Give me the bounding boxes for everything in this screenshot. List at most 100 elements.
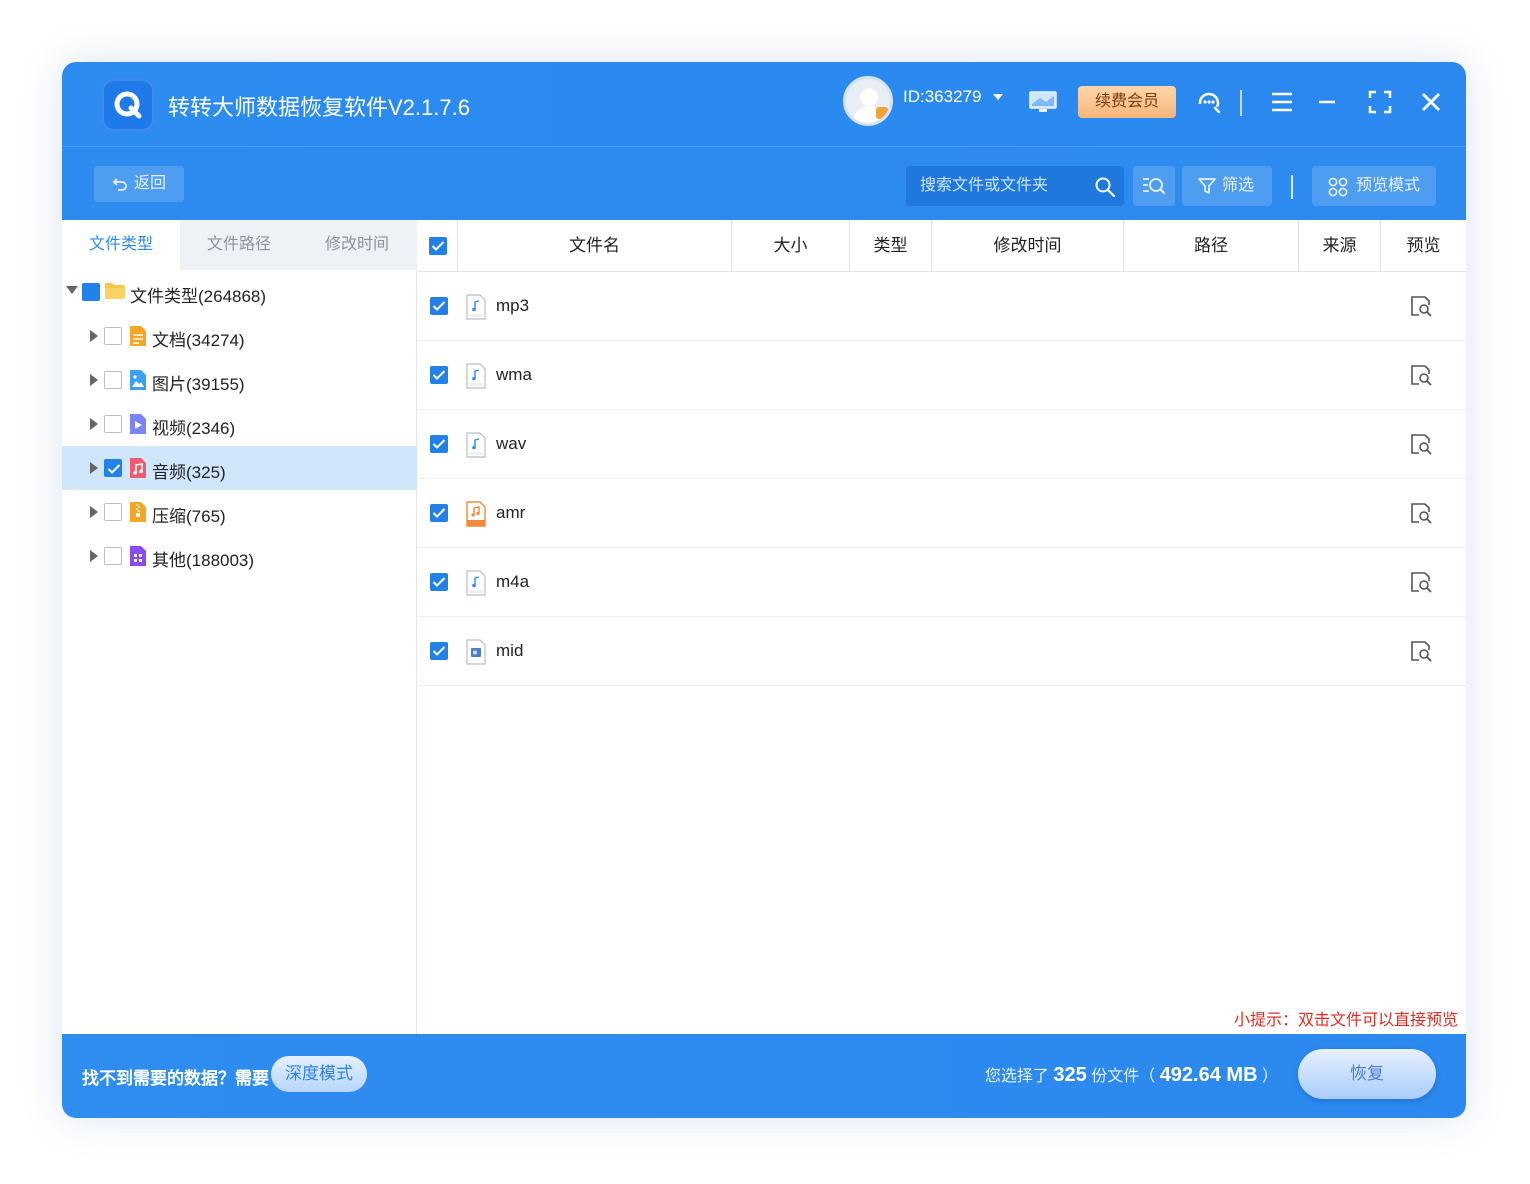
row-checkbox[interactable] <box>430 642 448 660</box>
table-row[interactable]: mp3 <box>418 272 1466 341</box>
grid-view-icon <box>1328 177 1348 197</box>
column-path[interactable]: 路径 <box>1124 220 1299 272</box>
table-row[interactable]: wav <box>418 410 1466 479</box>
sidebar: 文件类型 文件路径 修改时间 文件类型(264868) 文档(34274) 图片… <box>62 220 417 1034</box>
list-search-icon <box>1143 178 1165 194</box>
column-modified-time[interactable]: 修改时间 <box>932 220 1124 272</box>
preview-icon[interactable] <box>1410 364 1432 386</box>
advanced-search-button[interactable] <box>1133 166 1175 206</box>
tree-item-images[interactable]: 图片(39155) <box>62 358 417 402</box>
m4a-file-icon <box>466 570 486 596</box>
tree-item-checkbox[interactable] <box>104 503 122 521</box>
title-bar: 转转大师数据恢复软件V2.1.7.6 ID:363279 续费会员 <box>62 62 1466 146</box>
back-arrow-icon <box>112 178 127 191</box>
row-checkbox[interactable] <box>430 366 448 384</box>
search-box[interactable] <box>906 166 1124 206</box>
expand-toggle-icon[interactable] <box>90 506 98 518</box>
customer-service-icon[interactable] <box>1195 88 1223 116</box>
row-checkbox[interactable] <box>430 297 448 315</box>
sidebar-tabs: 文件类型 文件路径 修改时间 <box>62 220 417 270</box>
column-size[interactable]: 大小 <box>732 220 850 272</box>
archive-icon <box>130 502 146 522</box>
filter-label: 筛选 <box>1222 177 1255 194</box>
column-type[interactable]: 类型 <box>850 220 932 272</box>
wma-file-icon <box>466 363 486 389</box>
tree-item-other[interactable]: 其他(188003) <box>62 534 417 578</box>
expand-toggle-icon[interactable] <box>90 374 98 386</box>
preview-mode-label: 预览模式 <box>1356 177 1421 194</box>
mid-file-icon <box>466 639 486 665</box>
document-icon <box>130 326 146 346</box>
tree-item-label: 视频(2346) <box>152 419 236 438</box>
search-input[interactable] <box>920 166 1090 206</box>
tree-root[interactable]: 文件类型(264868) <box>62 270 417 314</box>
tree-item-video[interactable]: 视频(2346) <box>62 402 417 446</box>
select-all-checkbox[interactable] <box>429 237 447 255</box>
filter-button[interactable]: 筛选 <box>1182 166 1272 206</box>
preview-icon[interactable] <box>1410 295 1432 317</box>
close-icon[interactable] <box>1417 88 1445 116</box>
file-list-panel: 文件名 大小 类型 修改时间 路径 来源 预览 mp3 wma wav amr m4a m… <box>418 220 1466 1034</box>
column-preview[interactable]: 预览 <box>1381 220 1466 272</box>
renew-vip-button[interactable]: 续费会员 <box>1078 86 1176 118</box>
row-checkbox[interactable] <box>430 573 448 591</box>
table-row[interactable]: mid <box>418 617 1466 686</box>
preview-mode-button[interactable]: 预览模式 <box>1312 166 1436 206</box>
table-row[interactable]: amr <box>418 479 1466 548</box>
tree-item-label: 其他(188003) <box>152 551 255 570</box>
tab-modified-time[interactable]: 修改时间 <box>298 220 416 270</box>
tab-file-path[interactable]: 文件路径 <box>180 220 298 270</box>
preview-icon[interactable] <box>1410 571 1432 593</box>
search-icon[interactable] <box>1094 176 1116 198</box>
toolbar-divider <box>1291 175 1293 199</box>
user-avatar[interactable] <box>843 76 893 126</box>
preview-icon[interactable] <box>1410 433 1432 455</box>
tree-item-checkbox[interactable] <box>104 327 122 345</box>
video-icon <box>130 414 146 434</box>
tree-item-checkbox[interactable] <box>104 459 122 477</box>
file-name: m4a <box>496 572 530 591</box>
tree-item-audio[interactable]: 音频(325) <box>62 446 417 490</box>
tree-item-checkbox[interactable] <box>104 547 122 565</box>
back-button[interactable]: 返回 <box>94 166 184 202</box>
tree-item-documents[interactable]: 文档(34274) <box>62 314 417 358</box>
tree-root-checkbox[interactable] <box>82 283 100 301</box>
app-window: 转转大师数据恢复软件V2.1.7.6 ID:363279 续费会员 返回 搜索文… <box>62 62 1466 1118</box>
tree-item-checkbox[interactable] <box>104 415 122 433</box>
file-name: wav <box>496 434 527 453</box>
monitor-icon[interactable] <box>1028 90 1058 114</box>
menu-icon[interactable] <box>1268 88 1296 116</box>
other-icon <box>130 546 146 566</box>
expand-toggle-icon[interactable] <box>90 330 98 342</box>
minimize-icon[interactable] <box>1313 88 1341 116</box>
preview-icon[interactable] <box>1410 502 1432 524</box>
tree-root-label: 文件类型(264868) <box>130 287 267 306</box>
expand-toggle-icon[interactable] <box>90 418 98 430</box>
maximize-icon[interactable] <box>1366 88 1394 116</box>
preview-icon[interactable] <box>1410 640 1432 662</box>
user-id[interactable]: ID:363279 <box>903 87 981 107</box>
user-menu-caret-icon[interactable] <box>993 94 1003 100</box>
tab-file-type[interactable]: 文件类型 <box>62 220 180 270</box>
column-file-name[interactable]: 文件名 <box>458 220 732 272</box>
expand-toggle-icon[interactable] <box>90 462 98 474</box>
row-checkbox[interactable] <box>430 435 448 453</box>
deep-mode-button[interactable]: 深度模式 <box>271 1056 367 1092</box>
image-icon <box>130 370 146 390</box>
app-logo <box>102 79 154 131</box>
selection-summary: 您选择了 325 份文件（ 492.64 MB ） <box>985 1062 1278 1087</box>
column-source[interactable]: 来源 <box>1299 220 1381 272</box>
tree-item-checkbox[interactable] <box>104 371 122 389</box>
select-all-cell <box>418 220 458 272</box>
collapse-toggle-icon[interactable] <box>66 286 78 294</box>
recover-button[interactable]: 恢复 <box>1298 1049 1436 1099</box>
tree-item-label: 音频(325) <box>152 463 226 482</box>
table-row[interactable]: m4a <box>418 548 1466 617</box>
expand-toggle-icon[interactable] <box>90 550 98 562</box>
table-row[interactable]: wma <box>418 341 1466 410</box>
row-checkbox[interactable] <box>430 504 448 522</box>
file-name: mp3 <box>496 296 530 315</box>
mp3-file-icon <box>466 294 486 320</box>
filter-funnel-icon <box>1198 178 1216 194</box>
tree-item-archive[interactable]: 压缩(765) <box>62 490 417 534</box>
